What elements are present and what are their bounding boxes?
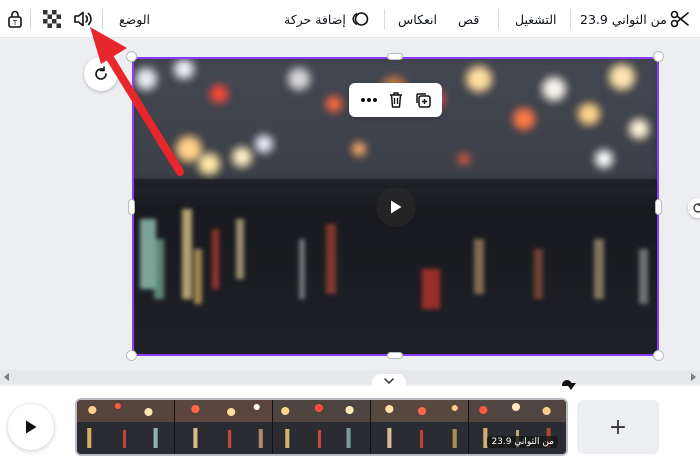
resize-handle-bottom-left[interactable] (126, 350, 137, 361)
toolbar-divider (102, 9, 103, 29)
flip-button[interactable]: انعكاس (398, 0, 437, 38)
editor-toolbar: T الوضع إضافة حركة انعكاس قص التشغيل 23.… (0, 0, 700, 38)
video-clip-track[interactable]: 23.9 من الثواني (75, 398, 568, 456)
delete-button[interactable] (384, 88, 408, 112)
clip-thumbnail (273, 400, 371, 454)
canvas-horizontal-scrollbar[interactable] (0, 370, 700, 384)
playback-button[interactable]: التشغيل (515, 0, 556, 38)
duration-label: 23.9 من الثواني (580, 11, 667, 27)
scroll-right-icon[interactable] (691, 373, 696, 381)
lock-icon: T (8, 10, 22, 28)
volume-button[interactable] (73, 0, 93, 38)
toolbar-divider (384, 9, 385, 29)
duration-button[interactable]: 23.9 من الثواني (580, 0, 667, 38)
toolbar-divider (30, 9, 31, 29)
play-icon (26, 420, 37, 434)
resize-handle-top-left[interactable] (126, 51, 137, 62)
rotate-button[interactable] (84, 57, 118, 91)
resize-handle-top[interactable] (387, 53, 403, 60)
scroll-left-icon[interactable] (4, 373, 9, 381)
clip-duration-label: 23.9 من الثواني (487, 436, 558, 448)
split-button[interactable] (670, 0, 690, 38)
plus-icon: + (608, 414, 628, 440)
clip-thumbnail: 23.9 من الثواني (469, 400, 566, 454)
video-play-button[interactable] (376, 187, 416, 227)
chevron-down-icon (384, 378, 394, 384)
playhead-marker[interactable] (566, 383, 576, 390)
resize-handle-top-right[interactable] (653, 51, 664, 62)
play-icon (391, 200, 402, 214)
lock-button[interactable]: T (7, 0, 23, 38)
clip-thumbnail (77, 400, 175, 454)
duplicate-button[interactable] (411, 88, 435, 112)
transparency-button[interactable] (43, 0, 61, 38)
animation-icon (352, 12, 369, 26)
resize-handle-right[interactable] (655, 199, 662, 215)
playback-label: التشغيل (515, 11, 557, 27)
crop-label: قص (458, 11, 480, 27)
element-context-toolbar (349, 83, 442, 117)
rotate-icon (95, 66, 107, 80)
add-animation-button[interactable]: إضافة حركة (284, 0, 369, 38)
trash-icon (389, 92, 402, 108)
volume-icon (74, 11, 92, 27)
timeline-panel: 23.9 من الثواني + (0, 380, 700, 470)
more-icon (360, 98, 377, 102)
scissors-icon (670, 10, 689, 28)
clip-thumbnail (371, 400, 469, 454)
svg-text:T: T (12, 19, 18, 27)
resize-handle-left[interactable] (128, 199, 135, 215)
transparency-icon (43, 10, 61, 28)
toolbar-divider (498, 9, 499, 29)
duplicate-icon (415, 93, 431, 108)
toolbar-divider (570, 9, 571, 29)
position-label: الوضع (119, 11, 151, 27)
flip-label: انعكاس (398, 11, 437, 27)
clip-thumbnail (175, 400, 273, 454)
timeline-play-button[interactable] (8, 404, 54, 450)
position-button[interactable]: الوضع (119, 0, 150, 38)
resize-handle-bottom[interactable] (387, 352, 403, 359)
rotate-icon (693, 203, 700, 213)
more-options-button[interactable] (357, 88, 381, 112)
crop-button[interactable]: قص (458, 0, 479, 38)
add-page-button[interactable]: + (577, 400, 659, 454)
add-animation-label: إضافة حركة (284, 11, 346, 27)
resize-handle-bottom-right[interactable] (653, 350, 664, 361)
